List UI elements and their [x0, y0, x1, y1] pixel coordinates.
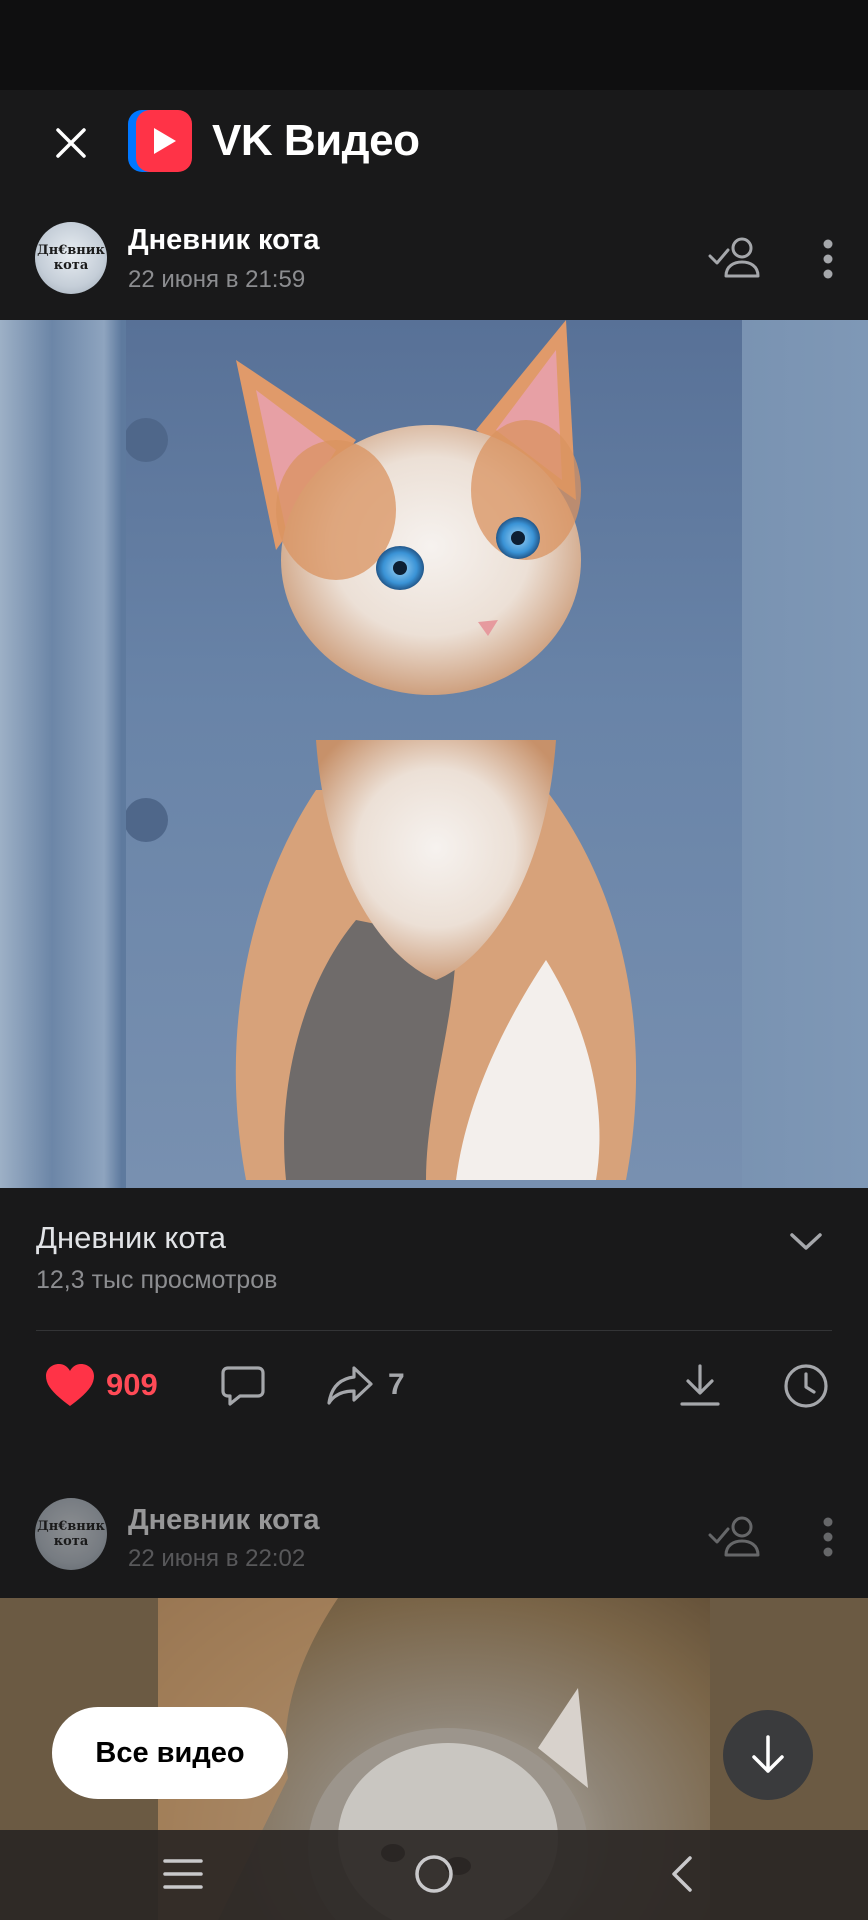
- avatar[interactable]: Дн€вник кота: [35, 222, 107, 294]
- close-button[interactable]: [48, 120, 94, 166]
- share-icon: [327, 1366, 373, 1405]
- expand-description-button[interactable]: [786, 1226, 826, 1261]
- video-frame: [124, 320, 742, 1188]
- subscribe-button[interactable]: [706, 234, 762, 287]
- vk-video-logo: [128, 110, 192, 172]
- arrow-down-icon: [752, 1735, 784, 1773]
- add-friend-icon: [708, 1516, 760, 1557]
- download-button[interactable]: [678, 1362, 722, 1413]
- post-date: 22 июня в 21:59: [128, 266, 306, 293]
- clock-icon: [784, 1364, 828, 1408]
- nav-back-button[interactable]: [666, 1854, 696, 1899]
- status-bar: [0, 0, 868, 90]
- author-name[interactable]: Дневник кота: [128, 224, 320, 257]
- app-brand-name: VK Видео: [212, 116, 420, 165]
- share-count: 7: [388, 1368, 405, 1401]
- nav-home-button[interactable]: [413, 1853, 455, 1900]
- video-player[interactable]: [0, 320, 868, 1188]
- watch-later-button[interactable]: [782, 1362, 830, 1415]
- divider: [36, 1330, 832, 1331]
- next-post-avatar[interactable]: Дн€вник кота: [35, 1498, 107, 1570]
- next-post-more-button[interactable]: [816, 1516, 840, 1563]
- next-post-author[interactable]: Дневник кота: [128, 1504, 320, 1537]
- more-vertical-icon: [823, 1517, 833, 1557]
- kitten-image: [124, 320, 637, 1180]
- all-videos-button[interactable]: Все видео: [52, 1707, 288, 1799]
- more-vertical-icon: [823, 239, 833, 279]
- nav-recent-apps-button[interactable]: [162, 1856, 204, 1897]
- scroll-down-button[interactable]: [723, 1710, 813, 1800]
- video-title: Дневник кота: [36, 1220, 226, 1255]
- add-friend-icon: [708, 237, 760, 278]
- comment-button[interactable]: [220, 1364, 266, 1413]
- comment-icon: [221, 1366, 265, 1406]
- next-post-avatar-text: Дн€вник кота: [37, 1519, 105, 1549]
- like-count: 909: [106, 1367, 158, 1402]
- home-icon: [415, 1855, 453, 1893]
- share-button[interactable]: 7: [326, 1364, 405, 1406]
- next-post-subscribe-button[interactable]: [706, 1513, 762, 1566]
- close-icon: [56, 128, 86, 158]
- view-count: 12,3 тыс просмотров: [36, 1266, 278, 1294]
- download-icon: [680, 1364, 720, 1406]
- next-post-date: 22 июня в 22:02: [128, 1545, 306, 1572]
- menu-icon: [163, 1859, 203, 1889]
- more-button[interactable]: [816, 238, 840, 285]
- like-button[interactable]: 909: [44, 1362, 158, 1408]
- back-icon: [672, 1856, 692, 1892]
- chevron-down-icon: [790, 1233, 822, 1250]
- avatar-text: Дн€вник кота: [37, 243, 105, 273]
- heart-icon: [46, 1364, 94, 1406]
